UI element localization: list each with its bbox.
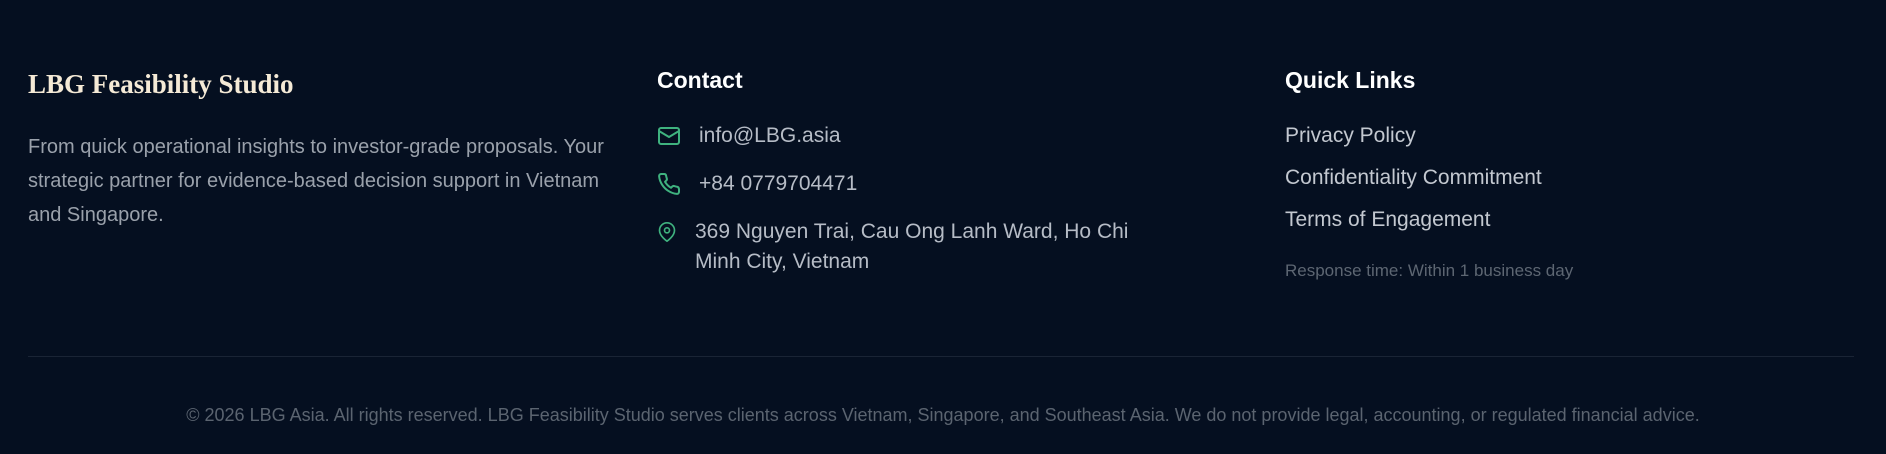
contact-address: 369 Nguyen Trai, Cau Ong Lanh Ward, Ho C… [657,217,1177,277]
quick-links-heading: Quick Links [1285,67,1416,93]
contact-phone-text[interactable]: +84 0779704471 [699,169,857,199]
link-privacy-policy[interactable]: Privacy Policy [1285,122,1416,150]
contact-email[interactable]: info@LBG.asia [657,121,841,151]
map-pin-icon [658,222,676,242]
footer-divider [28,356,1854,357]
phone-icon [658,172,681,195]
link-terms-of-engagement[interactable]: Terms of Engagement [1285,206,1490,234]
brand-description: From quick operational insights to inves… [28,136,604,226]
brand-column: LBG Feasibility Studio From quick operat… [28,66,628,232]
contact-phone[interactable]: +84 0779704471 [657,169,857,199]
response-time-note: Response time: Within 1 business day [1285,261,1574,280]
quick-links-column: Quick Links Privacy Policy Confidentiali… [1285,66,1845,286]
contact-heading: Contact [657,67,743,93]
copyright-text: © 2026 LBG Asia. All rights reserved. LB… [186,405,1700,425]
contact-column: Contact info@LBG.asia +84 0779704471 369… [657,66,1217,286]
contact-address-text: 369 Nguyen Trai, Cau Ong Lanh Ward, Ho C… [695,220,1129,273]
brand-title: LBG Feasibility Studio [28,69,294,99]
mail-icon [658,127,680,145]
contact-email-text[interactable]: info@LBG.asia [699,121,841,151]
link-confidentiality-commitment[interactable]: Confidentiality Commitment [1285,164,1542,192]
